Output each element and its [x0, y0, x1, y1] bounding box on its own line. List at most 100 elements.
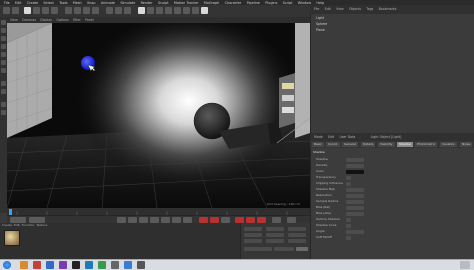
coordinate-system-icon[interactable]: [92, 7, 99, 14]
deformer-icon[interactable]: [174, 7, 181, 14]
position-z-field[interactable]: [244, 239, 262, 243]
outline-shadow-checkbox[interactable]: [346, 217, 351, 222]
array-icon[interactable]: [165, 7, 172, 14]
clipping-influence-checkbox[interactable]: [346, 181, 351, 186]
object-menu-view[interactable]: View: [336, 5, 344, 14]
material-swatch[interactable]: [4, 230, 20, 246]
edges-mode-icon[interactable]: [1, 60, 6, 65]
transparency-checkbox[interactable]: [346, 175, 351, 180]
points-mode-icon[interactable]: [1, 52, 6, 57]
attribute-manager-menu: Mode Edit User Data Light Object [Light]: [310, 133, 474, 141]
z-axis-icon[interactable]: [83, 7, 90, 14]
3d-viewport[interactable]: Grid Spacing : 100 cm: [7, 23, 310, 208]
app-icon-5[interactable]: [98, 261, 106, 269]
model-mode-icon[interactable]: [1, 28, 6, 33]
light-icon[interactable]: [201, 7, 208, 14]
coordinate-mode-select[interactable]: [244, 247, 272, 251]
cube-icon[interactable]: [138, 7, 145, 14]
bias-abs-field[interactable]: [346, 211, 364, 216]
shadow-map-select[interactable]: [346, 187, 364, 192]
app-icon-4[interactable]: [85, 261, 93, 269]
app-icon-8[interactable]: [137, 261, 145, 269]
object-menu-edit[interactable]: Edit: [325, 5, 331, 14]
shadow-cone-checkbox[interactable]: [346, 223, 351, 228]
density-field[interactable]: [346, 163, 364, 168]
render-settings-icon[interactable]: [124, 7, 131, 14]
rotate-icon[interactable]: [51, 7, 58, 14]
size-mode-select[interactable]: [274, 247, 294, 251]
app-icon-2[interactable]: [46, 261, 54, 269]
tab-general[interactable]: General: [342, 142, 358, 147]
rotation-p-field[interactable]: [288, 233, 306, 237]
material-menu-texture[interactable]: Texture: [36, 223, 47, 227]
apply-button[interactable]: [296, 247, 308, 251]
sample-radius-field[interactable]: [346, 199, 364, 204]
app-icon-1[interactable]: [33, 261, 41, 269]
shadow-select[interactable]: [346, 157, 364, 162]
object-menu-bookmarks[interactable]: Bookmarks: [379, 5, 397, 14]
object-row-light[interactable]: Light: [316, 16, 324, 20]
render-picture-viewer-icon[interactable]: [115, 7, 122, 14]
nurbs-icon[interactable]: [156, 7, 163, 14]
tab-basic[interactable]: Basic: [312, 142, 324, 147]
material-menu-create[interactable]: Create: [2, 223, 12, 227]
position-x-field[interactable]: [244, 227, 262, 231]
timeline[interactable]: [7, 208, 310, 215]
object-menu-tags[interactable]: Tags: [366, 5, 373, 14]
live-select-icon[interactable]: [24, 7, 31, 14]
attr-menu-mode[interactable]: Mode: [314, 133, 323, 141]
attr-menu-user-data[interactable]: User Data: [339, 133, 355, 141]
render-view-icon[interactable]: [106, 7, 113, 14]
tray-clock-icon[interactable]: [460, 261, 470, 269]
soft-falloff-checkbox[interactable]: [346, 235, 351, 240]
material-menu-function[interactable]: Function: [22, 223, 35, 227]
polygons-mode-icon[interactable]: [1, 68, 6, 73]
make-editable-icon[interactable]: [1, 20, 6, 25]
start-button-icon[interactable]: [3, 261, 11, 269]
tab-noise[interactable]: Noise: [460, 142, 473, 147]
rotation-b-field[interactable]: [288, 239, 306, 243]
snapping-icon[interactable]: [1, 102, 6, 107]
scene-icon[interactable]: [183, 7, 190, 14]
app-icon-3[interactable]: [59, 261, 67, 269]
workplane-icon[interactable]: [1, 44, 6, 49]
rotation-h-field[interactable]: [288, 227, 306, 231]
size-y-field[interactable]: [266, 233, 284, 237]
size-z-field[interactable]: [266, 239, 284, 243]
explorer-icon[interactable]: [20, 261, 28, 269]
x-axis-icon[interactable]: [65, 7, 72, 14]
tab-details[interactable]: Details: [361, 142, 376, 147]
tweak-icon[interactable]: [1, 89, 6, 94]
scale-icon[interactable]: [42, 7, 49, 14]
object-menu-objects[interactable]: Objects: [349, 5, 361, 14]
texture-mode-icon[interactable]: [1, 36, 6, 41]
app-icon-6[interactable]: [111, 261, 119, 269]
enable-axis-icon[interactable]: [1, 81, 6, 86]
object-row-plane[interactable]: Plane: [316, 28, 325, 32]
tab-photometric[interactable]: Photometric: [415, 142, 438, 147]
redo-icon[interactable]: [12, 7, 19, 14]
cinema4d-icon[interactable]: [72, 261, 80, 269]
attr-label-bias-rel: Bias (Rel): [316, 205, 331, 209]
lock-workplane-icon[interactable]: [1, 110, 6, 115]
tab-caustics[interactable]: Caustics: [440, 142, 457, 147]
camera-icon[interactable]: [192, 7, 199, 14]
tab-shadow[interactable]: Shadow: [397, 142, 413, 147]
object-menu-file[interactable]: File: [314, 5, 319, 14]
attr-menu-edit[interactable]: Edit: [328, 133, 334, 141]
spline-icon[interactable]: [147, 7, 154, 14]
color-swatch[interactable]: [346, 169, 364, 174]
move-icon[interactable]: [33, 7, 40, 14]
tab-coord[interactable]: Coord.: [326, 142, 340, 147]
y-axis-icon[interactable]: [74, 7, 81, 14]
bias-rel-field[interactable]: [346, 205, 364, 210]
material-menu-edit[interactable]: Edit: [14, 223, 20, 227]
size-x-field[interactable]: [266, 227, 284, 231]
angle-field[interactable]: [346, 229, 364, 234]
tab-visibility[interactable]: Visibility: [378, 142, 395, 147]
object-row-sphere[interactable]: Sphere: [316, 22, 327, 26]
undo-icon[interactable]: [3, 7, 10, 14]
position-y-field[interactable]: [244, 233, 262, 237]
app-icon-7[interactable]: [124, 261, 132, 269]
resolution-field[interactable]: [346, 193, 364, 198]
